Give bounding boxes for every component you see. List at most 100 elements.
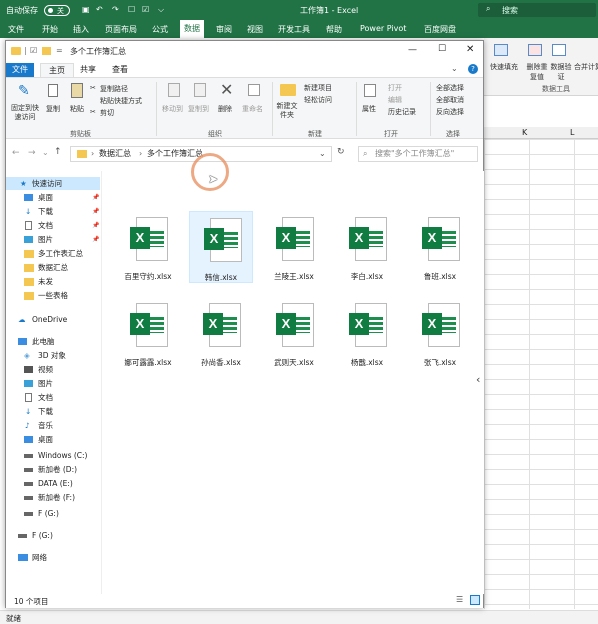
data-validation-button[interactable]: 数据验证 <box>550 62 572 82</box>
menu-home[interactable]: 开始 <box>42 24 58 35</box>
file-item[interactable]: X 武则天.xlsx <box>262 297 326 369</box>
menu-baidu[interactable]: 百度网盘 <box>424 24 456 35</box>
menu-data[interactable]: 数据 <box>180 20 204 38</box>
nav-videos[interactable]: 视频 <box>24 363 100 376</box>
nav-drive-e[interactable]: DATA (E:) <box>24 477 100 490</box>
nav-desktop[interactable]: 桌面 📌 <box>24 191 100 204</box>
nav-pictures[interactable]: 图片 📌 <box>24 233 100 246</box>
nav-quick-access[interactable]: ★ 快速访问 <box>6 177 100 190</box>
worksheet-grid[interactable] <box>484 139 598 609</box>
save-icon[interactable]: ▣ <box>82 5 90 14</box>
tab-share[interactable]: 共享 <box>72 63 104 77</box>
folder-search-input[interactable]: ⌕ 搜索"多个工作簿汇总" <box>358 146 478 162</box>
nav-onedrive[interactable]: ☁ OneDrive <box>18 313 100 326</box>
copy-path-button[interactable]: 复制路径 <box>100 84 128 94</box>
column-k[interactable]: K <box>522 128 527 137</box>
checkbox-icon[interactable]: ☐ <box>128 5 135 14</box>
large-icons-view-icon[interactable] <box>470 595 480 605</box>
file-item[interactable]: X 杨戬.xlsx <box>335 297 399 369</box>
help-icon[interactable]: ? <box>468 64 478 74</box>
properties-button[interactable]: 属性 <box>362 104 376 114</box>
nav-folder-data-summary[interactable]: 数据汇总 <box>24 261 100 274</box>
autosave-toggle[interactable]: 关 <box>44 5 70 16</box>
pin-to-quick-access-button[interactable]: 固定到快速访问 <box>10 104 40 122</box>
chevron-left-icon[interactable]: ‹ <box>476 373 480 386</box>
file-item[interactable]: X 李白.xlsx <box>335 211 399 283</box>
paste-shortcut-button[interactable]: 粘贴快捷方式 <box>100 96 142 106</box>
nav-documents[interactable]: 文档 📌 <box>24 219 100 232</box>
nav-drive-g[interactable]: F (G:) <box>24 507 100 520</box>
new-folder-button[interactable]: 新建文件夹 <box>276 102 298 120</box>
properties-small-icon[interactable]: ☑ <box>30 46 37 55</box>
easy-access-button[interactable]: 轻松访问 <box>304 95 332 105</box>
nav-music[interactable]: ♪ 音乐 <box>24 419 100 432</box>
undo-icon[interactable]: ↶ <box>96 5 103 14</box>
rename-button[interactable]: 重命名 <box>242 104 263 114</box>
breadcrumb-root[interactable]: 数据汇总 <box>99 147 131 161</box>
close-button[interactable]: ✕ <box>466 44 474 55</box>
refresh-icon[interactable]: ↻ <box>337 147 345 157</box>
more-icon[interactable]: ⌵ <box>158 5 164 15</box>
details-view-icon[interactable]: ☰ <box>456 595 463 604</box>
expand-ribbon-icon[interactable]: ⌄ <box>451 64 458 73</box>
nav-downloads[interactable]: ↓ 下载 📌 <box>24 205 100 218</box>
tab-view[interactable]: 查看 <box>104 63 136 77</box>
menu-help[interactable]: 帮助 <box>326 24 342 35</box>
minimize-button[interactable]: — <box>408 45 417 55</box>
file-item[interactable]: X 娜可露露.xlsx <box>116 297 180 369</box>
file-item[interactable]: X 张飞.xlsx <box>408 297 472 369</box>
nav-folder-tables[interactable]: 一些表格 <box>24 289 100 302</box>
file-item[interactable]: X 鲁班.xlsx <box>408 211 472 283</box>
nav-pc-desktop[interactable]: 桌面 <box>24 433 100 446</box>
paste-button[interactable]: 粘贴 <box>70 104 84 114</box>
file-item[interactable]: X 百里守约.xlsx <box>116 211 180 283</box>
edit-button[interactable]: 编辑 <box>388 95 402 105</box>
history-button[interactable]: 历史记录 <box>388 107 416 117</box>
recent-dropdown-icon[interactable]: ⌄ <box>42 148 49 157</box>
nav-folder-unsent[interactable]: 未发 <box>24 275 100 288</box>
remove-duplicates-button[interactable]: 删除重复值 <box>526 62 548 82</box>
nav-pc-documents[interactable]: 文档 <box>24 391 100 404</box>
delete-button[interactable]: 删除 <box>218 104 232 114</box>
nav-pc-downloads[interactable]: ↓ 下载 <box>24 405 100 418</box>
nav-this-pc[interactable]: 此电脑 <box>18 335 100 348</box>
new-folder-small-icon[interactable] <box>42 47 51 55</box>
checkbox-checked-icon[interactable]: ☑ <box>142 5 149 14</box>
menu-review[interactable]: 审阅 <box>216 24 232 35</box>
nav-folder-multi-sheet[interactable]: 多工作表汇总 <box>24 247 100 260</box>
invert-selection-button[interactable]: 反向选择 <box>436 107 464 117</box>
menu-file[interactable]: 文件 <box>8 24 24 35</box>
select-none-button[interactable]: 全部取消 <box>436 95 464 105</box>
back-arrow-icon[interactable]: ← <box>12 148 20 158</box>
menu-page-layout[interactable]: 页面布局 <box>105 24 137 35</box>
new-item-button[interactable]: 新建项目 <box>304 83 332 93</box>
cut-button[interactable]: 剪切 <box>100 108 114 118</box>
move-to-button[interactable]: 移动到 <box>162 104 183 114</box>
maximize-button[interactable]: ☐ <box>438 44 446 54</box>
qat-dropdown-icon[interactable]: = <box>56 46 63 55</box>
file-item[interactable]: X 韩信.xlsx <box>189 211 253 283</box>
up-arrow-icon[interactable]: ↑ <box>54 147 62 157</box>
file-item[interactable]: X 兰陵王.xlsx <box>262 211 326 283</box>
menu-formulas[interactable]: 公式 <box>152 24 168 35</box>
forward-arrow-icon[interactable]: → <box>28 148 36 158</box>
nav-drive-d[interactable]: 新加卷 (D:) <box>24 463 100 476</box>
nav-drive-g-root[interactable]: F (G:) <box>18 529 100 542</box>
file-item[interactable]: X 孙尚香.xlsx <box>189 297 253 369</box>
nav-pc-pictures[interactable]: 图片 <box>24 377 100 390</box>
nav-drive-f[interactable]: 新加卷 (F:) <box>24 491 100 504</box>
redo-icon[interactable]: ↷ <box>112 5 119 14</box>
menu-insert[interactable]: 插入 <box>73 24 89 35</box>
menu-developer[interactable]: 开发工具 <box>278 24 310 35</box>
open-button[interactable]: 打开 <box>388 83 402 93</box>
nav-drive-c[interactable]: Windows (C:) <box>24 449 100 462</box>
copy-to-button[interactable]: 复制到 <box>188 104 209 114</box>
consolidate-button[interactable]: 合并计算 <box>574 62 598 72</box>
menu-power-pivot[interactable]: Power Pivot <box>360 24 406 33</box>
flash-fill-button[interactable]: 快速填充 <box>490 62 518 72</box>
address-dropdown-icon[interactable]: ⌄ <box>319 147 326 161</box>
tab-home[interactable]: 主页 <box>40 63 74 77</box>
excel-search-box[interactable]: ⌕ 搜索 <box>478 3 596 17</box>
copy-button[interactable]: 复制 <box>46 104 60 114</box>
nav-3d-objects[interactable]: ◈ 3D 对象 <box>24 349 100 362</box>
